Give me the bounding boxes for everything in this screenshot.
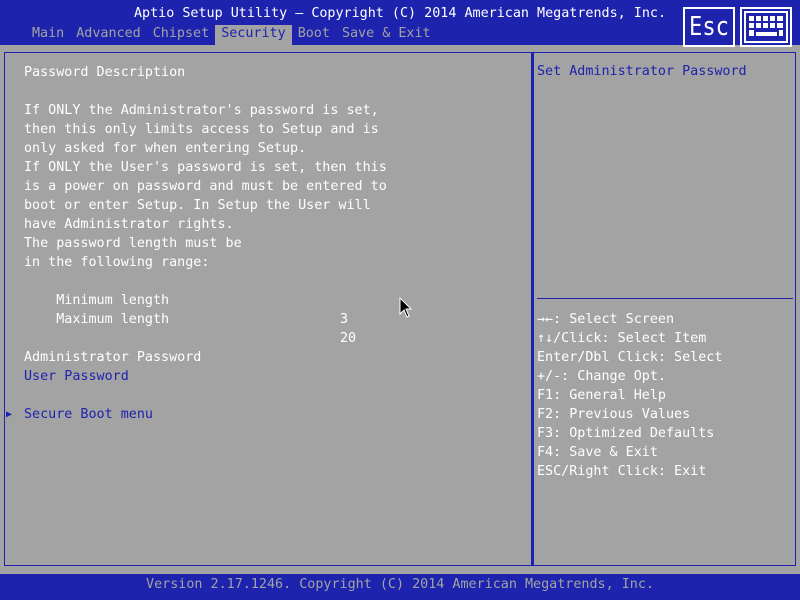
tab-bar: Main Advanced Chipset Security Boot Save… <box>26 25 437 45</box>
key-hint: F1: General Help <box>537 388 666 403</box>
keyboard-icon <box>744 11 788 43</box>
description-line: boot or enter Setup. In Setup the User w… <box>24 198 371 213</box>
description-line: The password length must be <box>24 236 242 251</box>
description-heading: Password Description <box>24 65 186 80</box>
header-bar: Aptio Setup Utility – Copyright (C) 2014… <box>0 0 800 47</box>
tab-main[interactable]: Main <box>26 25 70 45</box>
tab-advanced[interactable]: Advanced <box>70 25 147 45</box>
description-line: in the following range: <box>24 255 210 270</box>
key-hint: Enter/Dbl Click: Select <box>537 350 723 365</box>
min-length-value: 3 <box>340 312 349 327</box>
key-hint: →←: Select Screen <box>537 312 675 327</box>
key-hint: ESC/Right Click: Exit <box>537 464 707 479</box>
key-hint: F3: Optimized Defaults <box>537 426 715 441</box>
user-password-item[interactable]: User Password <box>24 367 129 386</box>
description-line: If ONLY the Administrator's password is … <box>24 103 379 118</box>
tab-boot[interactable]: Boot <box>292 25 336 45</box>
description-line: have Administrator rights. <box>24 217 234 232</box>
esc-label: Esc <box>689 12 729 42</box>
key-hint: F2: Previous Values <box>537 407 691 422</box>
key-hint: F4: Save & Exit <box>537 445 658 460</box>
description-line: is a power on password and must be enter… <box>24 179 387 194</box>
submenu-arrow-icon: ▶ <box>6 409 13 420</box>
setup-title: Aptio Setup Utility – Copyright (C) 2014… <box>133 6 667 21</box>
help-panel: Set Administrator Password →←: Select Sc… <box>532 52 796 566</box>
description-line: then this only limits access to Setup an… <box>24 122 379 137</box>
description-line: only asked for when entering Setup. <box>24 141 307 156</box>
settings-panel: Password Description If ONLY the Adminis… <box>4 52 532 566</box>
min-length-row: Minimum length 3 <box>24 272 348 327</box>
secure-boot-menu-item[interactable]: Secure Boot menu <box>24 405 153 424</box>
version-text: Version 2.17.1246. Copyright (C) 2014 Am… <box>146 577 654 592</box>
max-length-value: 20 <box>340 331 357 346</box>
description-line: If ONLY the User's password is set, then… <box>24 160 387 175</box>
esc-button[interactable]: Esc <box>683 7 735 47</box>
tab-save-exit[interactable]: Save & Exit <box>336 25 437 45</box>
key-hint: +/-: Change Opt. <box>537 369 666 384</box>
tab-chipset[interactable]: Chipset <box>147 25 215 45</box>
mouse-pointer-icon <box>399 297 413 318</box>
max-length-label: Maximum length <box>56 312 170 327</box>
keyboard-button[interactable] <box>740 7 792 47</box>
tab-security[interactable]: Security <box>215 25 292 45</box>
help-text: Set Administrator Password <box>537 64 747 79</box>
key-hint: ↑↓/Click: Select Item <box>537 331 707 346</box>
max-length-row: Maximum length 20 <box>24 291 356 346</box>
footer-bar: Version 2.17.1246. Copyright (C) 2014 Am… <box>0 574 800 600</box>
help-divider <box>537 298 793 299</box>
administrator-password-item[interactable]: Administrator Password <box>24 348 201 367</box>
